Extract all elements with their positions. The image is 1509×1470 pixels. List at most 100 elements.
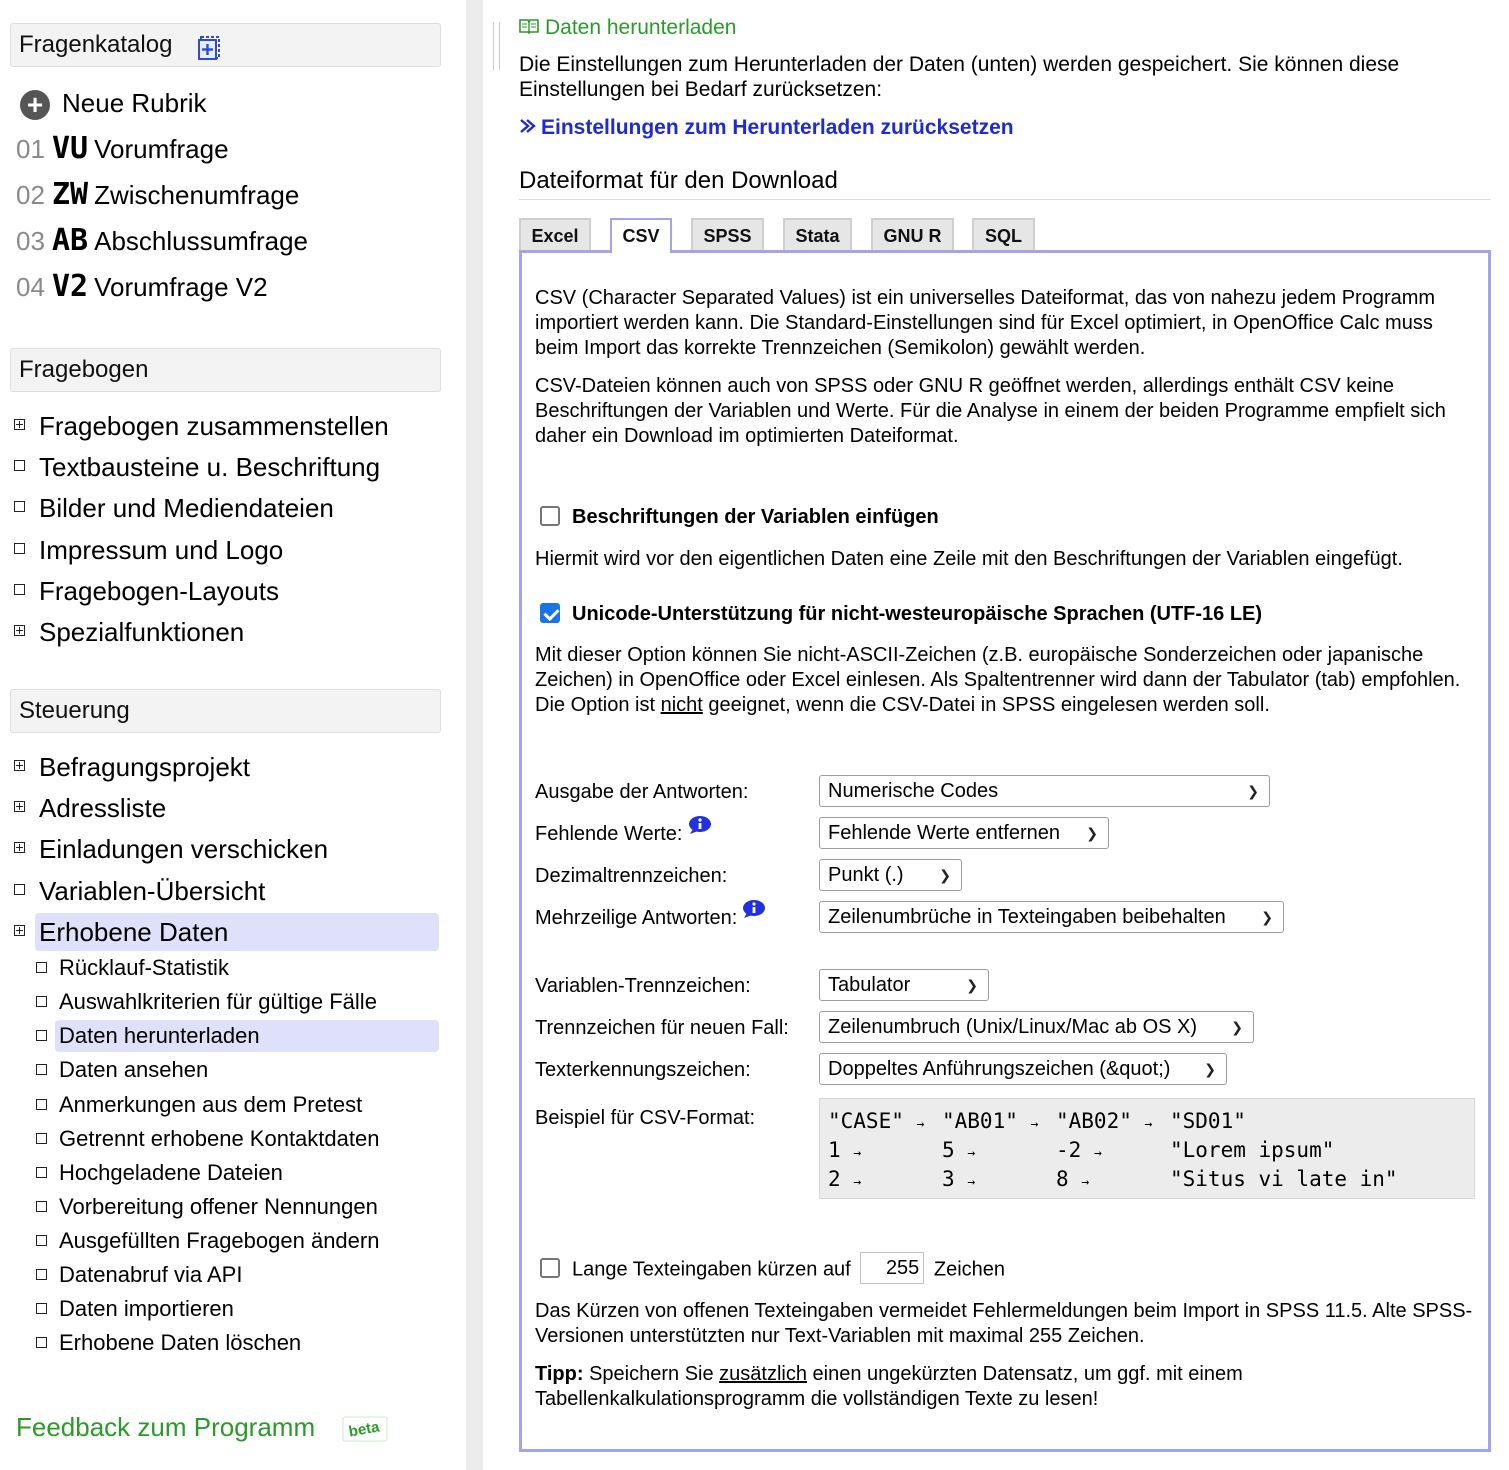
tab-gnu-r[interactable]: GNU R [871, 218, 954, 250]
text-qualifier-select[interactable]: Doppeltes Anführungszeichen (&quot;) ❯ [819, 1053, 1227, 1085]
bullet-square-icon [14, 500, 25, 512]
nav-label: Befragungsprojekt [39, 752, 251, 782]
section-name: Abschlussumfrage [94, 226, 309, 256]
bullet-square-icon [36, 1302, 47, 1314]
nav-item-erhobene-daten[interactable]: Erhobene Daten [14, 913, 439, 951]
subnav-label: Hochgeladene Dateien [59, 1160, 283, 1185]
chevron-down-icon: ❯ [966, 977, 978, 993]
example-cell: 2 → [828, 1167, 862, 1191]
subnav-item[interactable]: Ausgefüllten Fragebogen ändern [36, 1225, 379, 1257]
info-icon[interactable] [741, 899, 767, 927]
tab-sql[interactable]: SQL [972, 218, 1035, 250]
labels-checkbox[interactable] [540, 505, 560, 526]
example-cell: "Lorem ipsum" [1170, 1138, 1335, 1162]
bullet-square-icon [36, 1166, 47, 1178]
tab-arrow-icon: → [1030, 1117, 1039, 1132]
answers-label: Ausgabe der Antworten: [535, 781, 749, 803]
info-icon[interactable] [687, 815, 713, 843]
section-name: Zwischenumfrage [94, 180, 300, 210]
unicode-checkbox[interactable] [540, 602, 560, 623]
section-code: AB [52, 223, 89, 258]
example-cell: "SD01" [1170, 1109, 1246, 1133]
tab-excel[interactable]: Excel [519, 218, 591, 250]
add-page-icon[interactable] [197, 33, 223, 75]
section-item[interactable]: 04 V2 Vorumfrage V2 [16, 267, 268, 307]
sidebar-divider[interactable] [466, 0, 483, 1470]
bullet-square-icon [14, 459, 25, 471]
truncate-checkbox[interactable] [540, 1258, 560, 1278]
intro-text: Die Einstellungen zum Herunterladen der … [519, 53, 1400, 101]
nav-item-impressum[interactable]: Impressum und Logo [14, 531, 283, 569]
nav-item-adressliste[interactable]: Adressliste [14, 789, 166, 827]
bullet-square-icon [36, 995, 47, 1007]
labels-checkbox-label: Beschriftungen der Variablen einfügen [572, 506, 939, 528]
subnav-item[interactable]: Vorbereitung offener Nennungen [36, 1191, 378, 1223]
varsep-label: Variablen-Trennzeichen: [535, 975, 751, 997]
case-separator-select[interactable]: Zeilenumbruch (Unix/Linux/Mac ab OS X) ❯ [819, 1011, 1254, 1043]
control-header: Steuerung [10, 689, 441, 733]
subnav-item[interactable]: Datenabruf via API [36, 1259, 242, 1291]
subnav-item[interactable]: Daten importieren [36, 1293, 234, 1325]
truncate-length-input[interactable]: 255 [860, 1252, 925, 1284]
tab-spss[interactable]: SPSS [691, 218, 764, 250]
nav-label: Variablen-Übersicht [39, 876, 266, 906]
subnav-label: Auswahlkriterien für gültige Fälle [59, 989, 377, 1014]
questionnaire-title: Fragebogen [19, 356, 149, 383]
nav-item-befragungsprojekt[interactable]: Befragungsprojekt [14, 748, 250, 786]
subnav-item[interactable]: Getrennt erhobene Kontaktdaten [36, 1123, 379, 1155]
nav-label: Spezialfunktionen [39, 617, 245, 647]
breadcrumb: Daten herunterladen [519, 14, 736, 42]
tab-stata[interactable]: Stata [783, 218, 852, 250]
unicode-help-part: geeignet, wenn die CSV-Datei in SPSS ein… [702, 694, 1270, 716]
nav-item-variablen[interactable]: Variablen-Übersicht [14, 872, 265, 910]
new-section-button[interactable]: + Neue Rubrik [16, 83, 207, 123]
feedback-link[interactable]: Feedback zum Programm [16, 1410, 315, 1444]
subnav-item[interactable]: Anmerkungen aus dem Pretest [36, 1089, 362, 1121]
multiline-label-row: Mehrzeilige Antworten: [535, 899, 767, 933]
subnav-label: Daten importieren [59, 1296, 234, 1321]
subnav-item[interactable]: Erhobene Daten löschen [36, 1327, 301, 1359]
variable-separator-select[interactable]: Tabulator ❯ [819, 969, 989, 1001]
tab-arrow-icon: → [1093, 1146, 1102, 1161]
labels-help-text: Hiermit wird vor den eigentlichen Daten … [535, 548, 1403, 570]
nav-item-einladungen[interactable]: Einladungen verschicken [14, 830, 328, 868]
tab-arrow-icon: → [853, 1175, 862, 1190]
content-rule [493, 22, 494, 70]
section-item[interactable]: 01 VU Vorumfrage [16, 129, 229, 169]
missing-values-select[interactable]: Fehlende Werte entfernen ❯ [819, 817, 1109, 849]
subnav-item[interactable]: Daten ansehen [36, 1054, 208, 1086]
nav-item-spezialfunktionen[interactable]: Spezialfunktionen [14, 613, 244, 651]
subnav-item[interactable]: Rücklauf-Statistik [36, 952, 229, 984]
section-name: Vorumfrage [94, 134, 229, 164]
expand-icon [14, 759, 25, 771]
example-label: Beispiel für CSV-Format: [535, 1107, 756, 1129]
tab-csv[interactable]: CSV [610, 218, 672, 253]
subnav-label: Vorbereitung offener Nennungen [59, 1194, 378, 1219]
subnav-item[interactable]: Hochgeladene Dateien [36, 1157, 283, 1189]
section-number: 02 [16, 180, 45, 210]
section-item[interactable]: 03 AB Abschlussumfrage [16, 221, 308, 261]
questionnaire-header: Fragebogen [10, 348, 441, 392]
section-item[interactable]: 02 ZW Zwischenumfrage [16, 175, 299, 215]
tip-emphasis: zusätzlich [719, 1363, 807, 1385]
answers-select[interactable]: Numerische Codes ❯ [819, 775, 1270, 807]
example-cell: "CASE" → [828, 1109, 925, 1133]
multiline-select[interactable]: Zeilenumbrüche in Texteingaben beibehalt… [819, 901, 1284, 933]
chevron-down-icon: ❯ [1204, 1061, 1216, 1077]
tip-text: Tipp: Speichern Sie zusätzlich einen ung… [535, 1363, 1243, 1410]
subnav-item[interactable]: Auswahlkriterien für gültige Fälle [36, 986, 377, 1018]
nav-item-bilder[interactable]: Bilder und Mediendateien [14, 489, 334, 527]
subnav-label: Getrennt erhobene Kontaktdaten [59, 1126, 380, 1151]
csv-description-2: CSV-Dateien können auch von SPSS oder GN… [535, 375, 1446, 447]
chevron-down-icon: ❯ [1261, 909, 1273, 925]
csv-example-preview: "CASE" → "AB01" → "AB02" → "SD01" 1 → 5 … [819, 1098, 1475, 1199]
nav-item-layouts[interactable]: Fragebogen-Layouts [14, 572, 279, 610]
nav-item-fragebogen-zusammenstellen[interactable]: Fragebogen zusammenstellen [14, 407, 389, 445]
expand-icon [14, 841, 25, 853]
reset-settings-link[interactable]: Einstellungen zum Herunterladen zurückse… [519, 114, 1014, 142]
sidebar: Fragenkatalog + Neue Rubrik 01 VU Vorumfrag… [0, 0, 465, 1470]
decimal-select[interactable]: Punkt (.) ❯ [819, 859, 962, 891]
subnav-item-daten-herunterladen[interactable]: Daten herunterladen [36, 1020, 439, 1052]
bullet-square-icon [36, 1268, 47, 1280]
nav-item-textbausteine[interactable]: Textbausteine u. Beschriftung [14, 448, 380, 486]
